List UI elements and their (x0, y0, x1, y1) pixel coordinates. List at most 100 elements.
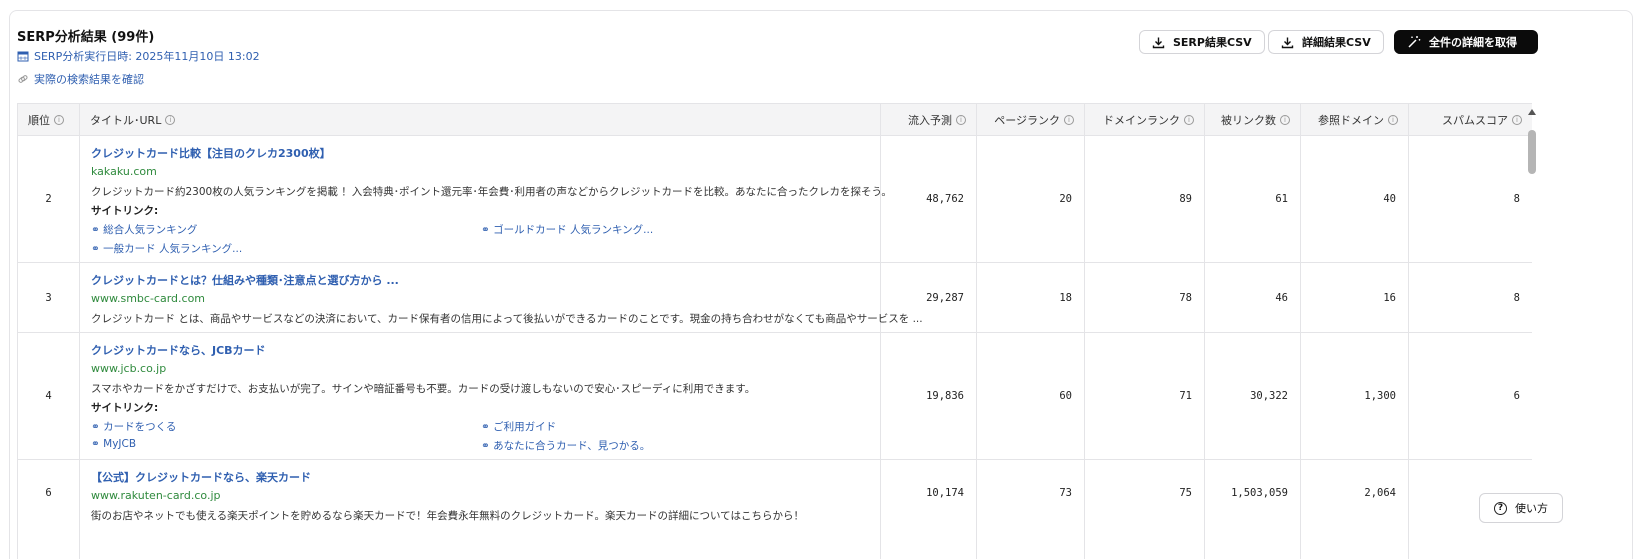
sitelinks-label: サイトリンク: (91, 205, 159, 217)
rank-cell: 4 (18, 333, 80, 459)
ref-domains-cell: 16 (1301, 263, 1409, 332)
info-icon: i (1512, 115, 1522, 125)
sitelink[interactable]: 総合人気ランキング (91, 222, 197, 237)
results-table: 順位 i タイトル･URL i 流入予測 i ページランク i ドメインランク i 被リン… (17, 103, 1532, 559)
info-icon: i (54, 115, 64, 125)
result-domain[interactable]: kakaku.com (91, 165, 157, 178)
col-label: 順位 (28, 114, 50, 127)
domain-rank-cell: 71 (1085, 333, 1205, 459)
info-icon: i (1184, 115, 1194, 125)
traffic-cell: 19,836 (881, 333, 977, 459)
table-row: 4 クレジットカードなら、JCBカード www.jcb.co.jp スマホやカー… (18, 333, 1532, 460)
sitelink[interactable]: 一般カード 人気ランキング... (91, 241, 242, 256)
col-spam-score[interactable]: スパムスコア i (1409, 104, 1532, 136)
detail-csv-button[interactable]: 詳細結果CSV (1268, 30, 1384, 54)
result-title-link[interactable]: 【公式】クレジットカードなら、楽天カード (91, 469, 311, 485)
col-page-rank[interactable]: ページランク i (977, 104, 1085, 136)
sitelinks-label: サイトリンク: (91, 402, 159, 414)
page-rank-cell: 60 (977, 333, 1085, 459)
col-label: 流入予測 (908, 114, 952, 127)
spam-score-cell: 8 (1409, 136, 1532, 262)
traffic-cell: 29,287 (881, 263, 977, 332)
sitelink[interactable]: あなたに合うカード、見つかる。 (481, 438, 650, 453)
detail-csv-label: 詳細結果CSV (1302, 36, 1371, 49)
table-row: 6 【公式】クレジットカードなら、楽天カード www.rakuten-card.… (18, 460, 1532, 559)
col-title-url[interactable]: タイトル･URL i (80, 104, 881, 136)
help-label: 使い方 (1515, 502, 1548, 515)
page-rank-cell: 18 (977, 263, 1085, 332)
title-url-cell: クレジットカード比較【注目のクレカ2300枚】 kakaku.com クレジット… (80, 136, 892, 262)
col-label: ページランク (994, 114, 1060, 127)
serp-csv-label: SERP結果CSV (1173, 36, 1252, 49)
page-rank-cell: 73 (977, 460, 1085, 559)
scrollbar-thumb[interactable] (1528, 130, 1536, 174)
download-icon (1152, 37, 1165, 48)
backlinks-cell: 1,503,059 (1205, 460, 1301, 559)
info-icon: i (1388, 115, 1398, 125)
vertical-scrollbar[interactable] (1527, 103, 1537, 559)
page-rank-cell: 20 (977, 136, 1085, 262)
result-description: スマホやカードをかざすだけで、お支払いが完了。サインや暗証番号も不要。カードの受… (91, 383, 756, 395)
col-label: スパムスコア (1442, 114, 1508, 127)
ref-domains-cell: 1,300 (1301, 333, 1409, 459)
magic-wand-icon (1408, 36, 1421, 48)
col-traffic[interactable]: 流入予測 i (881, 104, 977, 136)
ref-domains-cell: 40 (1301, 136, 1409, 262)
help-button[interactable]: ? 使い方 (1479, 493, 1563, 523)
rank-cell: 3 (18, 263, 80, 332)
result-domain[interactable]: www.rakuten-card.co.jp (91, 489, 220, 502)
spam-score-cell: 6 (1409, 333, 1532, 459)
result-description: 街のお店やネットでも使える楽天ポイントを貯めるなら楽天カードで！年会費永年無料の… (91, 510, 804, 522)
serp-csv-button[interactable]: SERP結果CSV (1139, 30, 1265, 54)
domain-rank-cell: 78 (1085, 263, 1205, 332)
sitelink[interactable]: MyJCB (91, 438, 136, 450)
table-row: 3 クレジットカードとは？仕組みや種類･注意点と選び方から ... www.sm… (18, 263, 1532, 333)
col-label: 参照ドメイン (1318, 114, 1384, 127)
result-description: クレジットカード とは、商品やサービスなどの決済において、カード保有者の信用によ… (91, 313, 923, 325)
traffic-cell: 48,762 (881, 136, 977, 262)
table-header: 順位 i タイトル･URL i 流入予測 i ページランク i ドメインランク i 被リン… (18, 104, 1532, 136)
check-results-text: 実際の検索結果を確認 (34, 73, 144, 86)
title-url-cell: 【公式】クレジットカードなら、楽天カード www.rakuten-card.co… (80, 460, 881, 559)
col-ref-domains[interactable]: 参照ドメイン i (1301, 104, 1409, 136)
run-date-text: SERP分析実行日時: 2025年11月10日 13:02 (34, 50, 260, 63)
backlinks-cell: 61 (1205, 136, 1301, 262)
col-domain-rank[interactable]: ドメインランク i (1085, 104, 1205, 136)
title-url-cell: クレジットカードなら、JCBカード www.jcb.co.jp スマホやカードを… (80, 333, 881, 459)
domain-rank-cell: 89 (1085, 136, 1205, 262)
title-url-cell: クレジットカードとは？仕組みや種類･注意点と選び方から ... www.smbc… (80, 263, 923, 332)
sitelink[interactable]: ご利用ガイド (481, 419, 556, 434)
download-icon (1281, 37, 1294, 48)
info-icon: i (1280, 115, 1290, 125)
backlinks-cell: 30,322 (1205, 333, 1301, 459)
check-results-link[interactable]: 実際の検索結果を確認 (17, 71, 144, 87)
result-title-link[interactable]: クレジットカードとは？仕組みや種類･注意点と選び方から ... (91, 272, 399, 288)
table-row: 2 クレジットカード比較【注目のクレカ2300枚】 kakaku.com クレジ… (18, 136, 1532, 263)
col-rank[interactable]: 順位 i (18, 104, 80, 136)
domain-rank-cell: 75 (1085, 460, 1205, 559)
col-label: 被リンク数 (1221, 114, 1276, 127)
traffic-cell: 10,174 (881, 460, 977, 559)
scroll-up-arrow-icon[interactable] (1528, 109, 1536, 115)
result-domain[interactable]: www.smbc-card.com (91, 292, 205, 305)
spam-score-cell: 8 (1409, 263, 1532, 332)
link-icon (17, 73, 29, 85)
result-description: クレジットカード約2300枚の人気ランキングを掲載 ！入会特典･ポイント還元率･… (91, 186, 892, 198)
question-icon: ? (1494, 501, 1507, 515)
result-title-link[interactable]: クレジットカード比較【注目のクレカ2300枚】 (91, 145, 331, 161)
run-date: SERP分析実行日時: 2025年11月10日 13:02 (17, 48, 260, 64)
page-title: SERP分析結果 (99件) (17, 30, 155, 45)
col-label: タイトル･URL (90, 114, 162, 127)
rank-cell: 6 (18, 460, 80, 559)
col-backlinks[interactable]: 被リンク数 i (1205, 104, 1301, 136)
col-label: ドメインランク (1103, 114, 1180, 127)
calendar-icon (17, 50, 29, 62)
result-title-link[interactable]: クレジットカードなら、JCBカード (91, 342, 266, 358)
backlinks-cell: 46 (1205, 263, 1301, 332)
fetch-all-details-button[interactable]: 全件の詳細を取得 (1394, 30, 1538, 54)
info-icon: i (1064, 115, 1074, 125)
result-domain[interactable]: www.jcb.co.jp (91, 362, 166, 375)
sitelink[interactable]: ゴールドカード 人気ランキング... (481, 222, 653, 237)
ref-domains-cell: 2,064 (1301, 460, 1409, 559)
sitelink[interactable]: カードをつくる (91, 419, 176, 434)
